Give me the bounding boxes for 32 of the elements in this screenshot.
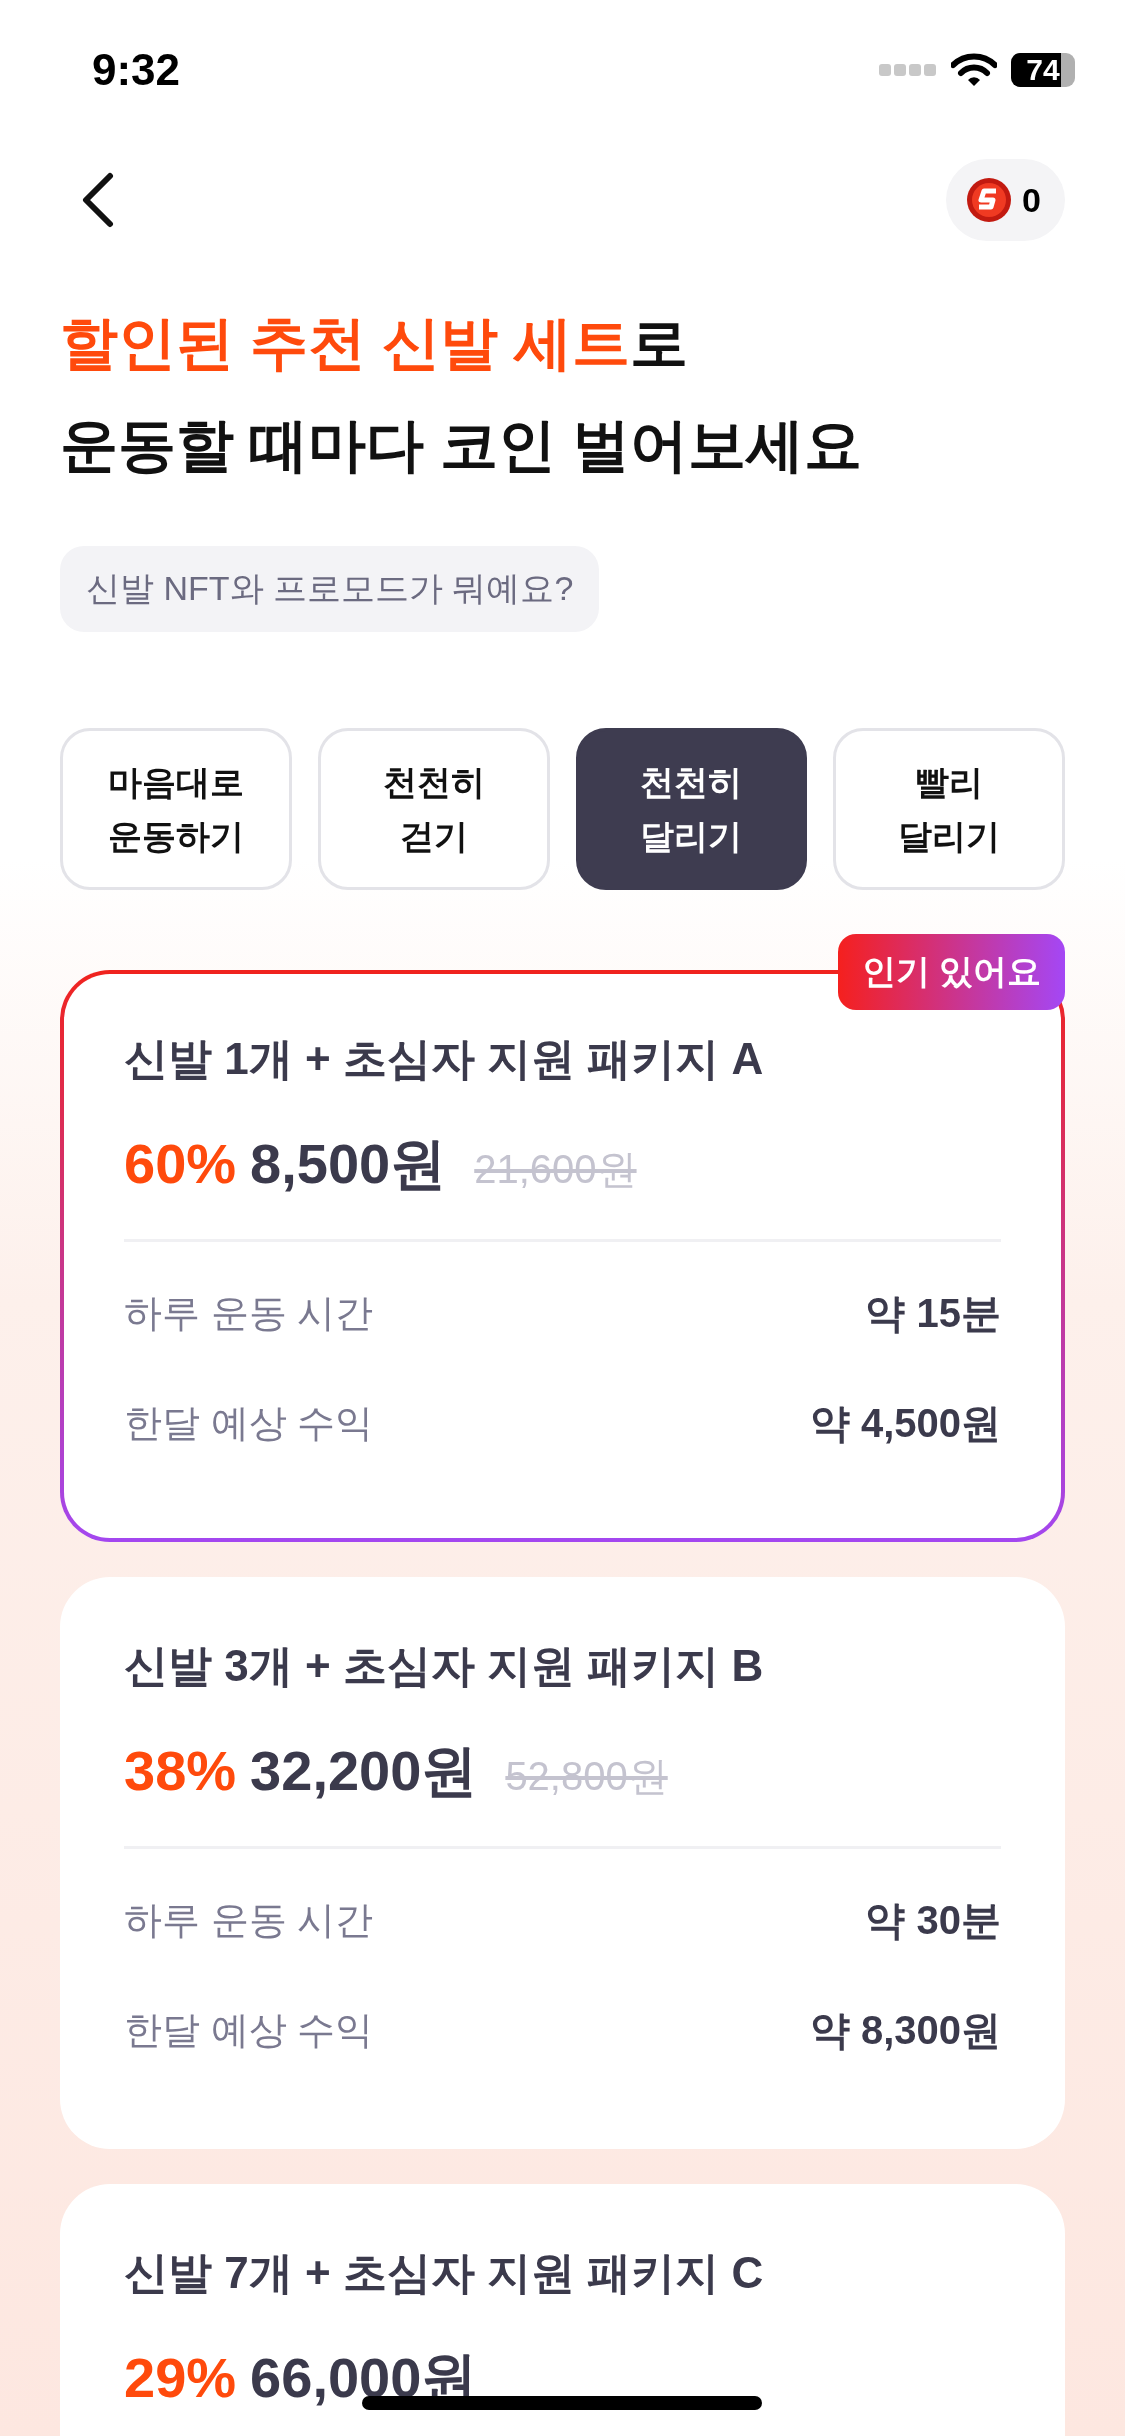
page-title: 할인된 추천 신발 세트로 운동할 때마다 코인 벌어보세요: [60, 309, 864, 479]
category-tab[interactable]: 천천히 걷기: [317, 728, 550, 890]
package-name: 신발 3개 + 초심자 지원 패키지 B: [124, 1640, 765, 1692]
discount-rate: 60%: [124, 1131, 237, 1196]
package-name: 신발 1개 + 초심자 지원 패키지 A: [124, 1033, 765, 1085]
wifi-icon: [951, 53, 997, 87]
info-value: 약 8,300원: [809, 2006, 1001, 2054]
info-value: 약 4,500원: [809, 1399, 1001, 1447]
category-tab[interactable]: 빨리 달리기: [833, 728, 1065, 890]
signal-icon: [879, 64, 937, 76]
help-chip[interactable]: 신발 NFT와 프로모드가 뭐예요?: [60, 546, 600, 632]
info-label: 한달 예상 수익: [124, 2007, 374, 2053]
info-label: 하루 운동 시간: [124, 1290, 374, 1336]
category-tab[interactable]: 천천히 달리기: [575, 728, 808, 890]
info-label: 하루 운동 시간: [124, 1897, 374, 1943]
battery-indicator: 74: [1011, 53, 1075, 87]
info-value: 약 15분: [865, 1289, 1001, 1337]
sale-price: 32,200원: [250, 1738, 478, 1804]
original-price: 52,800원: [505, 1753, 668, 1800]
category-tab[interactable]: 마음대로 운동하기: [60, 728, 292, 890]
info-value: 약 30분: [865, 1896, 1001, 1944]
package-name: 신발 7개 + 초심자 지원 패키지 C: [124, 2247, 765, 2299]
sale-price: 8,500원: [250, 1131, 447, 1197]
popular-badge: 인기 있어요: [837, 934, 1065, 1010]
discount-rate: 38%: [124, 1738, 237, 1803]
coin-balance-button[interactable]: 0: [946, 159, 1065, 241]
coin-icon: [966, 177, 1013, 223]
discount-rate: 29%: [124, 2345, 237, 2410]
original-price: 21,600원: [474, 1146, 637, 1193]
info-label: 한달 예상 수익: [124, 1400, 374, 1446]
package-card[interactable]: 신발 3개 + 초심자 지원 패키지 B 38% 32,200원 52,800원 하루 운동 시간 약 30분 한달 예상 수익 약 8,300원: [60, 1577, 1065, 2149]
status-time: 9:32: [92, 45, 181, 95]
